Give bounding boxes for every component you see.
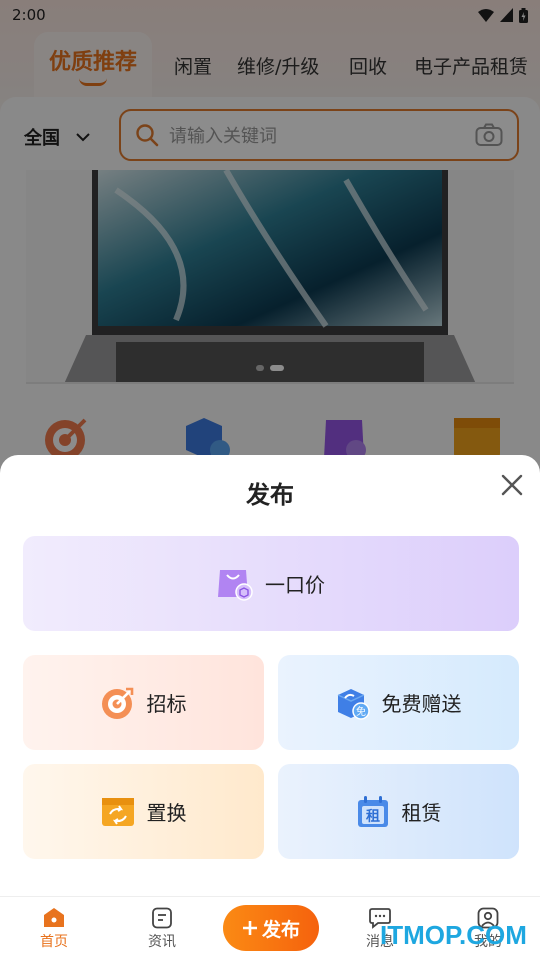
home-icon (44, 908, 64, 927)
swap-icon (101, 797, 134, 826)
fixed-price-option[interactable]: 一口价 (23, 536, 519, 631)
fixed-price-label: 一口价 (265, 573, 325, 597)
shopping-bag-icon (218, 569, 253, 601)
rent-label: 租赁 (401, 801, 442, 825)
publish-button[interactable]: 发布 (223, 905, 319, 951)
swap-option[interactable]: 置换 (23, 764, 264, 859)
bid-label: 招标 (146, 692, 187, 716)
publish-sheet: 发布 一口价 招标 免 免费赠送 置换 租 租赁 (0, 455, 540, 896)
gift-box-icon: 免 (337, 688, 370, 720)
swap-label: 置换 (146, 801, 187, 825)
bid-option[interactable]: 招标 (23, 655, 264, 750)
nav-home[interactable]: 首页 (24, 907, 84, 951)
calendar-rent-icon: 租 (357, 795, 388, 827)
target-icon (101, 687, 133, 719)
sheet-title: 发布 (246, 481, 294, 509)
nav-news[interactable]: 资讯 (132, 907, 192, 951)
nav-news-label: 资讯 (148, 934, 176, 950)
rent-icon-text: 租 (366, 808, 380, 825)
watermark: ITMOP.COM (380, 920, 527, 950)
publish-label: 发布 (261, 918, 300, 941)
plus-icon (242, 921, 257, 935)
close-icon[interactable] (498, 471, 526, 499)
news-icon (152, 907, 172, 929)
free-gift-label: 免费赠送 (381, 692, 462, 716)
nav-home-label: 首页 (40, 934, 68, 950)
free-badge-text: 免 (356, 705, 366, 718)
free-gift-option[interactable]: 免 免费赠送 (278, 655, 519, 750)
rent-option[interactable]: 租 租赁 (278, 764, 519, 859)
